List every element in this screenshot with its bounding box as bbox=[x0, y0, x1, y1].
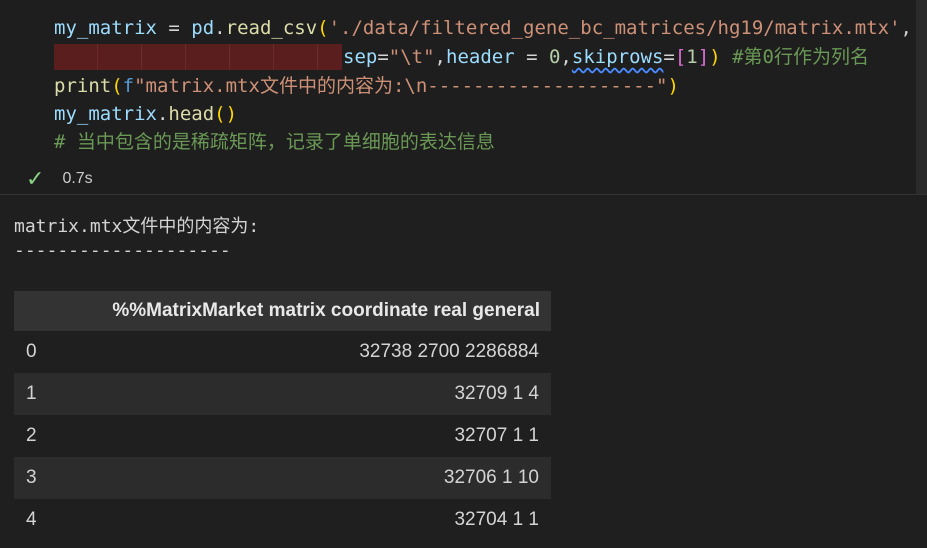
execution-status: ✓ 0.7s bbox=[26, 166, 93, 192]
output-separator-line: -------------------- bbox=[14, 240, 231, 261]
table-row: 3 32706 1 10 bbox=[14, 457, 551, 499]
row-value: 32738 2700 2286884 bbox=[359, 341, 539, 362]
row-index: 4 bbox=[26, 509, 37, 530]
code-line-2[interactable]: sep="\t",header = 0,skiprows=[1]) #第0行作为… bbox=[343, 43, 869, 71]
code-line-3[interactable]: print(f"matrix.mtx文件中的内容为:\n------------… bbox=[54, 72, 679, 100]
dataframe-table: %%MatrixMarket matrix coordinate real ge… bbox=[14, 291, 551, 541]
code-line-1[interactable]: my_matrix = pd.read_csv('./data/filtered… bbox=[54, 14, 912, 42]
execution-time: 0.7s bbox=[62, 170, 93, 187]
row-value: 32704 1 1 bbox=[454, 509, 539, 530]
table-row: 1 32709 1 4 bbox=[14, 373, 551, 415]
check-icon: ✓ bbox=[26, 166, 45, 191]
skiprows-warning-squiggle[interactable]: skiprows bbox=[572, 46, 664, 68]
row-value: 32709 1 4 bbox=[67, 373, 551, 415]
cell-divider bbox=[0, 194, 927, 195]
redacted-region bbox=[54, 44, 342, 70]
row-index: 3 bbox=[14, 457, 67, 499]
row-value: 32707 1 1 bbox=[454, 425, 539, 446]
table-header-row: %%MatrixMarket matrix coordinate real ge… bbox=[14, 291, 551, 331]
table-row: 0 32738 2700 2286884 bbox=[14, 331, 551, 373]
code-line-5[interactable]: # 当中包含的是稀疏矩阵，记录了单细胞的表达信息 bbox=[54, 128, 495, 156]
row-index: 2 bbox=[26, 425, 37, 446]
table-row: 4 32704 1 1 bbox=[14, 499, 551, 541]
row-index: 0 bbox=[26, 341, 37, 362]
row-value: 32706 1 10 bbox=[67, 457, 551, 499]
cell-scroll-edge bbox=[916, 0, 927, 195]
code-line-4[interactable]: my_matrix.head() bbox=[54, 100, 237, 128]
row-index: 1 bbox=[14, 373, 67, 415]
table-row: 2 32707 1 1 bbox=[14, 415, 551, 457]
column-header: %%MatrixMarket matrix coordinate real ge… bbox=[14, 291, 551, 331]
output-text-line: matrix.mtx文件中的内容为: bbox=[14, 216, 260, 237]
